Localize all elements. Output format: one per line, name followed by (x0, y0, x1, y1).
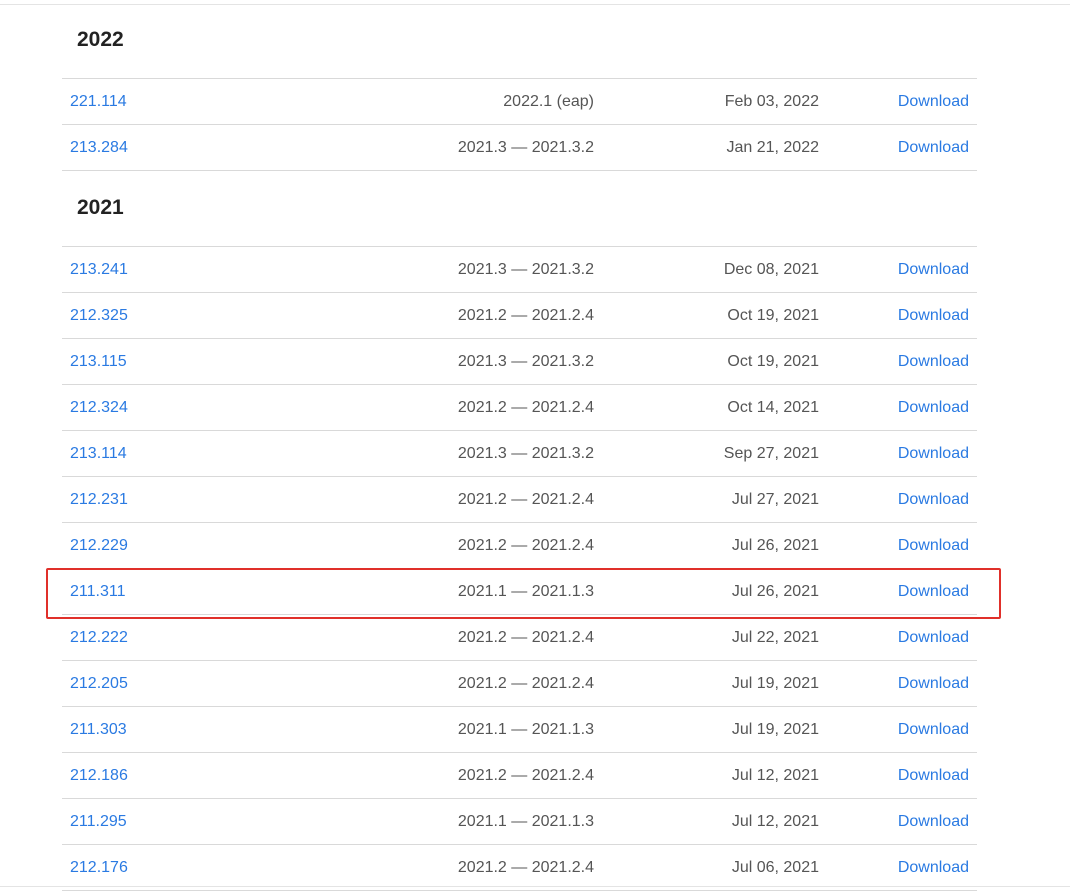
download-link[interactable]: Download (898, 753, 969, 798)
download-link[interactable]: Download (898, 431, 969, 476)
download-link[interactable]: Download (898, 615, 969, 660)
table-row: 212.229 2021.2 — 2021.2.4 Jul 26, 2021 D… (62, 523, 977, 569)
build-number-link[interactable]: 212.231 (70, 477, 128, 522)
download-link[interactable]: Download (898, 569, 969, 614)
release-date: Jul 12, 2021 (731, 767, 819, 784)
build-number-link[interactable]: 212.229 (70, 523, 128, 568)
version-range: 2021.2 — 2021.2.4 (457, 859, 594, 876)
version-range: 2021.1 — 2021.1.3 (457, 583, 594, 600)
release-date: Jul 06, 2021 (731, 859, 819, 876)
build-number-link[interactable]: 212.186 (70, 753, 128, 798)
build-number-link[interactable]: 213.241 (70, 247, 128, 292)
version-range: 2021.1 — 2021.1.3 (457, 813, 594, 830)
build-number-link[interactable]: 213.115 (70, 339, 127, 384)
table-row: 213.115 2021.3 — 2021.3.2 Oct 19, 2021 D… (62, 339, 977, 385)
release-date: Jul 26, 2021 (731, 583, 819, 600)
table-row: 212.186 2021.2 — 2021.2.4 Jul 12, 2021 D… (62, 753, 977, 799)
version-range: 2021.1 — 2021.1.3 (457, 721, 594, 738)
year-heading-2021: 2021 (62, 171, 977, 247)
download-link[interactable]: Download (898, 385, 969, 430)
version-range: 2021.3 — 2021.3.2 (457, 139, 594, 156)
build-number-link[interactable]: 213.114 (70, 431, 127, 476)
release-date: Oct 19, 2021 (727, 307, 819, 324)
release-date: Jul 26, 2021 (731, 537, 819, 554)
release-date: Feb 03, 2022 (724, 93, 819, 110)
release-date: Oct 14, 2021 (727, 399, 819, 416)
download-link[interactable]: Download (898, 339, 969, 384)
version-range: 2021.2 — 2021.2.4 (457, 767, 594, 784)
download-link[interactable]: Download (898, 125, 969, 170)
version-range: 2021.3 — 2021.3.2 (457, 261, 594, 278)
download-link[interactable]: Download (898, 661, 969, 706)
table-row: 212.324 2021.2 — 2021.2.4 Oct 14, 2021 D… (62, 385, 977, 431)
download-link[interactable]: Download (898, 707, 969, 752)
table-row: 212.176 2021.2 — 2021.2.4 Jul 06, 2021 D… (62, 845, 977, 891)
download-link[interactable]: Download (898, 523, 969, 568)
download-link[interactable]: Download (898, 845, 969, 890)
table-row: 212.325 2021.2 — 2021.2.4 Oct 19, 2021 D… (62, 293, 977, 339)
build-number-link[interactable]: 212.324 (70, 385, 128, 430)
build-number-link[interactable]: 212.205 (70, 661, 128, 706)
release-date: Jul 19, 2021 (731, 675, 819, 692)
version-range: 2021.3 — 2021.3.2 (457, 445, 594, 462)
download-link[interactable]: Download (898, 79, 969, 124)
builds-list: 2022 221.114 2022.1 (eap) Feb 03, 2022 D… (62, 5, 977, 891)
build-number-link[interactable]: 211.303 (70, 707, 127, 752)
version-range: 2021.2 — 2021.2.4 (457, 537, 594, 554)
table-row: 212.222 2021.2 — 2021.2.4 Jul 22, 2021 D… (62, 615, 977, 661)
build-number-link[interactable]: 212.325 (70, 293, 128, 338)
build-number-link[interactable]: 212.176 (70, 845, 128, 890)
release-date: Sep 27, 2021 (723, 445, 819, 462)
version-range: 2022.1 (eap) (503, 93, 594, 110)
build-number-link[interactable]: 211.311 (70, 569, 125, 614)
version-range: 2021.3 — 2021.3.2 (457, 353, 594, 370)
table-row: 213.241 2021.3 — 2021.3.2 Dec 08, 2021 D… (62, 247, 977, 293)
download-link[interactable]: Download (898, 477, 969, 522)
table-row: 221.114 2022.1 (eap) Feb 03, 2022 Downlo… (62, 79, 977, 125)
release-date: Jul 12, 2021 (731, 813, 819, 830)
release-date: Jul 19, 2021 (731, 721, 819, 738)
build-number-link[interactable]: 211.295 (70, 799, 127, 844)
download-link[interactable]: Download (898, 799, 969, 844)
release-date: Jul 22, 2021 (731, 629, 819, 646)
release-date: Dec 08, 2021 (723, 261, 819, 278)
version-range: 2021.2 — 2021.2.4 (457, 491, 594, 508)
version-range: 2021.2 — 2021.2.4 (457, 629, 594, 646)
version-range: 2021.2 — 2021.2.4 (457, 399, 594, 416)
table-row: 213.114 2021.3 — 2021.3.2 Sep 27, 2021 D… (62, 431, 977, 477)
version-range: 2021.2 — 2021.2.4 (457, 675, 594, 692)
release-date: Jul 27, 2021 (731, 491, 819, 508)
build-number-link[interactable]: 213.284 (70, 125, 128, 170)
table-row: 212.231 2021.2 — 2021.2.4 Jul 27, 2021 D… (62, 477, 977, 523)
version-range: 2021.2 — 2021.2.4 (457, 307, 594, 324)
download-link[interactable]: Download (898, 247, 969, 292)
table-row: 213.284 2021.3 — 2021.3.2 Jan 21, 2022 D… (62, 125, 977, 171)
download-link[interactable]: Download (898, 293, 969, 338)
build-number-link[interactable]: 212.222 (70, 615, 128, 660)
table-row-highlighted: 211.311 2021.1 — 2021.1.3 Jul 26, 2021 D… (62, 569, 977, 615)
table-row: 211.295 2021.1 — 2021.1.3 Jul 12, 2021 D… (62, 799, 977, 845)
table-row: 212.205 2021.2 — 2021.2.4 Jul 19, 2021 D… (62, 661, 977, 707)
table-row: 211.303 2021.1 — 2021.1.3 Jul 19, 2021 D… (62, 707, 977, 753)
year-heading-2022: 2022 (62, 5, 977, 79)
build-number-link[interactable]: 221.114 (70, 79, 127, 124)
release-date: Oct 19, 2021 (727, 353, 819, 370)
release-date: Jan 21, 2022 (726, 139, 819, 156)
